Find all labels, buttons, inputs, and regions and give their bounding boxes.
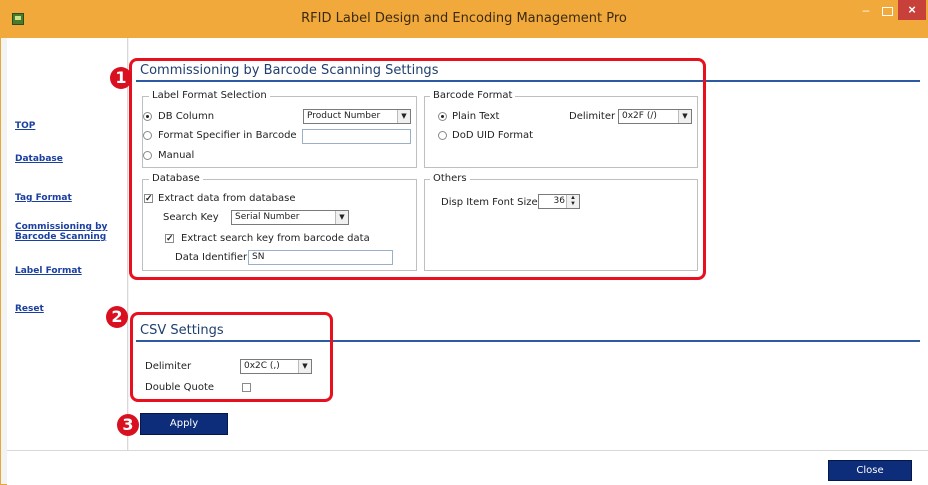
window-title: RFID Label Design and Encoding Managemen… xyxy=(301,11,627,26)
callout-badge-3: 3 xyxy=(117,414,139,436)
footer-bar xyxy=(7,450,928,485)
callout-box-1 xyxy=(129,58,706,280)
callout-box-2 xyxy=(130,312,333,402)
sidebar-item-reset[interactable]: Reset xyxy=(15,304,44,314)
maximize-button[interactable] xyxy=(878,4,894,18)
callout-badge-1: 1 xyxy=(110,67,132,89)
sidebar xyxy=(7,38,128,450)
sidebar-item-label-format[interactable]: Label Format xyxy=(15,266,82,276)
sidebar-item-database[interactable]: Database xyxy=(15,154,63,164)
window-close-button[interactable]: × xyxy=(898,0,926,20)
sidebar-item-top[interactable]: TOP xyxy=(15,121,35,131)
apply-button[interactable]: Apply xyxy=(140,413,228,435)
callout-badge-2: 2 xyxy=(106,306,128,328)
sidebar-item-tag-format[interactable]: Tag Format xyxy=(15,193,72,203)
close-button[interactable]: Close xyxy=(828,460,912,481)
sidebar-item-commissioning[interactable]: Commissioning by Barcode Scanning xyxy=(15,222,115,242)
minimize-button[interactable]: – xyxy=(858,4,874,18)
